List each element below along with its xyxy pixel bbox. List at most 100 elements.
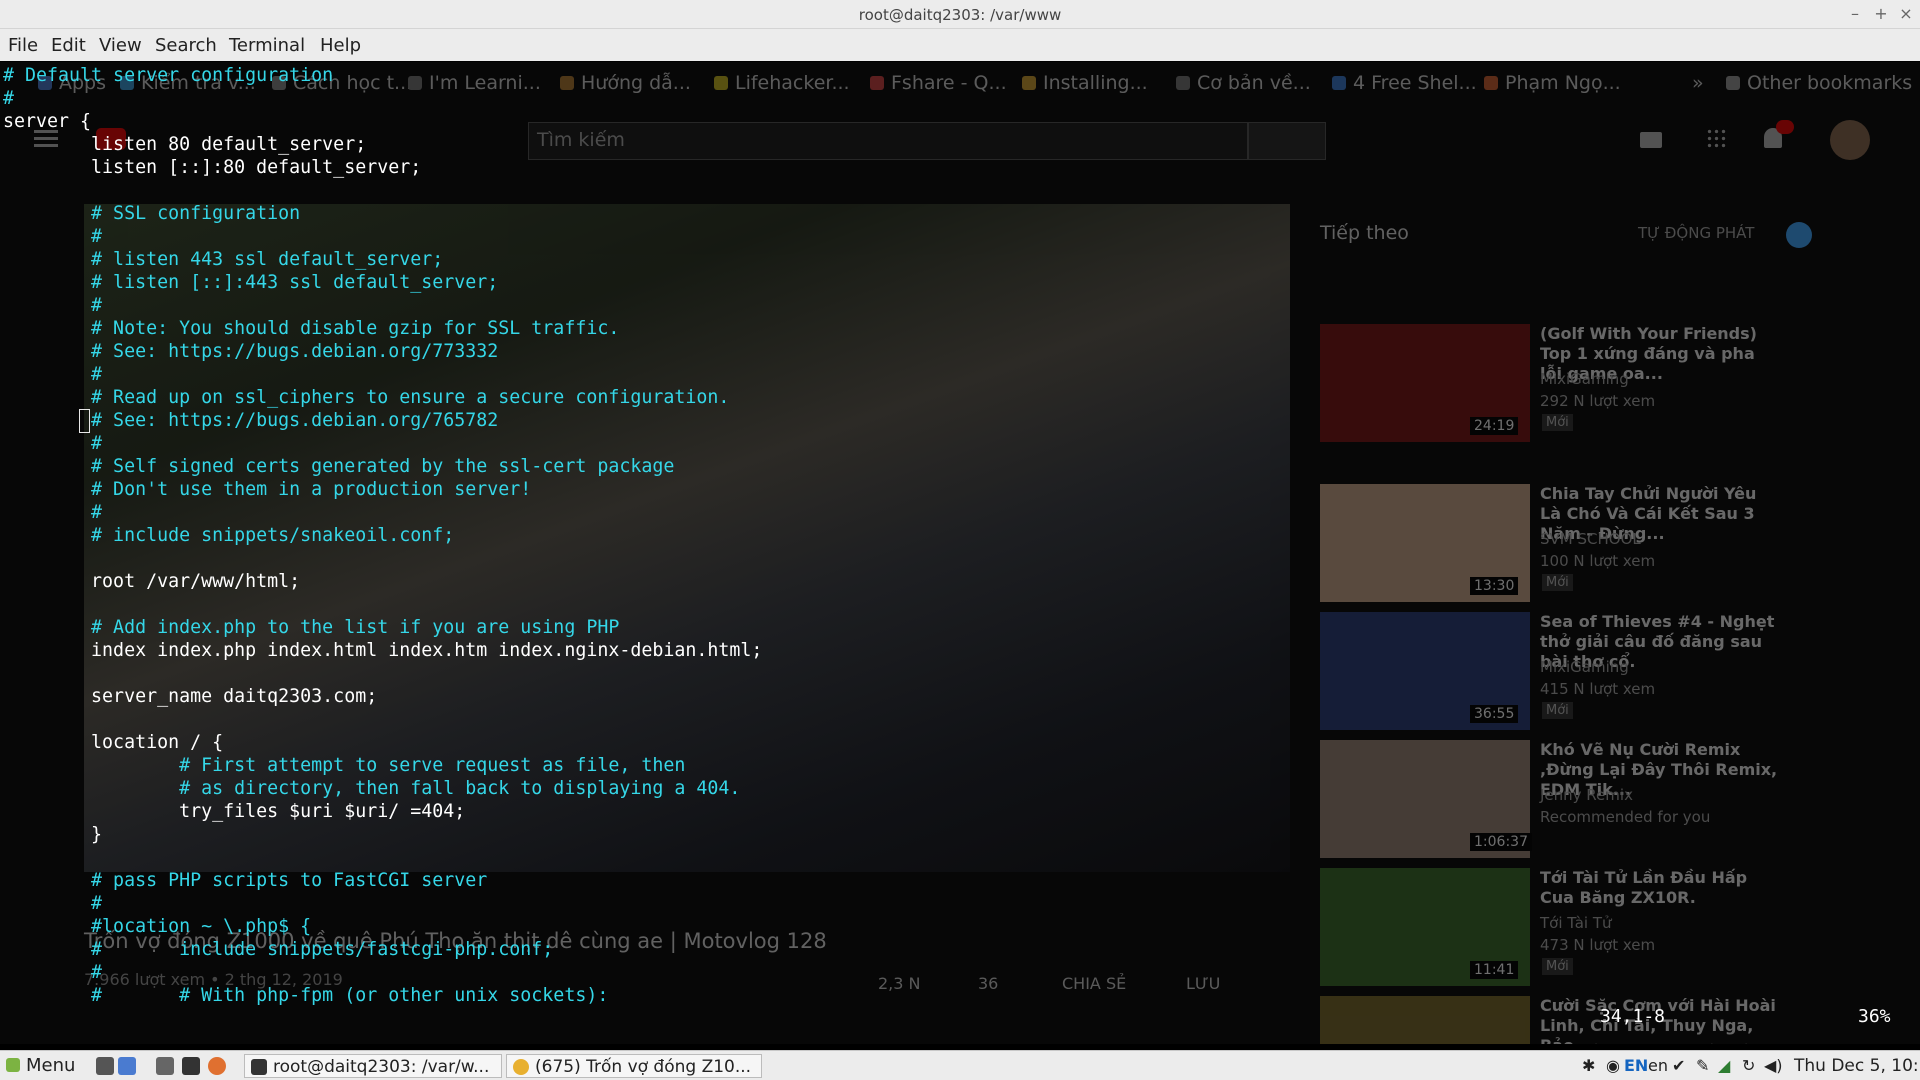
minimize-icon[interactable]: – <box>1844 3 1866 25</box>
code-line: # listen [::]:443 ssl default_server; <box>3 272 499 293</box>
channel-name: Jenny Remix <box>1540 786 1633 804</box>
code-line: # Read up on ssl_ciphers to ensure a sec… <box>3 387 730 408</box>
code-line: # <box>3 893 103 914</box>
code-line: # Add index.php to the list if you are u… <box>3 617 620 638</box>
menu-view[interactable]: View <box>99 35 142 56</box>
duration-badge: 24:19 <box>1470 417 1519 435</box>
show-desktop-icon[interactable] <box>96 1057 114 1075</box>
volume-icon[interactable]: ◀) <box>1764 1056 1783 1075</box>
video-camera-icon <box>1640 132 1662 148</box>
files-icon[interactable] <box>156 1057 174 1075</box>
view-count: 415 N lượt xem <box>1540 680 1656 698</box>
vim-buffer[interactable]: # Default server configuration # server { … <box>3 64 762 1007</box>
code-line: # See: https://bugs.debian.org/765782 <box>3 410 499 431</box>
code-line: # as directory, then fall back to displa… <box>3 778 741 799</box>
channel-name: MixiGaming <box>1540 370 1629 388</box>
terminal-viewport[interactable]: Apps Kiểm tra v... Cách học t... I'm Lea… <box>0 62 1920 1044</box>
code-line: #location ~ \.php$ { <box>3 916 312 937</box>
code-line: # <box>3 364 103 385</box>
code-line: # Self signed certs generated by the ssl… <box>3 456 675 477</box>
mint-logo-icon <box>6 1058 20 1072</box>
firefox-icon[interactable] <box>208 1057 226 1075</box>
code-line: # <box>3 295 103 316</box>
menu-help[interactable]: Help <box>320 35 361 56</box>
up-next-label: Tiếp theo <box>1320 222 1409 244</box>
duration-badge: 1:06:37 <box>1470 833 1532 851</box>
clock[interactable]: Thu Dec 5, 10:16 <box>1794 1056 1920 1076</box>
terminal-launcher-icon[interactable] <box>182 1057 200 1075</box>
search-icon <box>1248 122 1326 160</box>
menu-file[interactable]: File <box>8 35 38 56</box>
task-browser[interactable]: (675) Trốn vợ đóng Z10... <box>506 1054 762 1078</box>
channel-name: MixiGaming <box>1540 658 1629 676</box>
code-line: # See: https://bugs.debian.org/773332 <box>3 341 499 362</box>
bookmark-item: Phạm Ngọ... <box>1484 72 1621 94</box>
menu-edit[interactable]: Edit <box>51 35 86 56</box>
autoplay-label: TỰ ĐỘNG PHÁT <box>1638 224 1755 242</box>
channel-name: Tới Tài Tử <box>1540 914 1612 932</box>
bookmark-item: 4 Free Shel... <box>1332 72 1477 94</box>
thumbnail <box>1320 996 1530 1044</box>
code-line: # Don't use them in a production server! <box>3 479 532 500</box>
new-badge: Mới <box>1542 414 1573 431</box>
code-line: listen 80 default_server; <box>3 134 367 155</box>
start-menu-button[interactable]: Menu <box>6 1055 75 1076</box>
recommendation-title: Tới Tài Tử Lần Đầu Hấp Cua Băng ZX10R. <box>1540 868 1748 907</box>
bookmark-icon <box>1176 76 1190 90</box>
chrome-tray-icon[interactable]: ◉ <box>1606 1056 1620 1075</box>
code-line: index index.php index.html index.htm ind… <box>3 640 763 661</box>
new-badge: Mới <box>1542 574 1573 591</box>
code-line: # <box>3 433 103 454</box>
close-icon[interactable]: × <box>1895 3 1917 25</box>
share-label: CHIA SẺ <box>1062 974 1127 993</box>
bookmark-icon <box>1022 76 1036 90</box>
code-line: } <box>3 824 103 845</box>
maximize-icon[interactable]: + <box>1870 3 1892 25</box>
code-line: # Note: You should disable gzip for SSL … <box>3 318 620 339</box>
code-line: root /var/www/html; <box>3 571 301 592</box>
desktop-icon[interactable] <box>118 1057 136 1075</box>
recommendation-item: Cười Sặc Cơm với Hài Hoài Linh, Chí Tài,… <box>1320 996 1780 1044</box>
shield-icon[interactable]: ✔ <box>1672 1056 1685 1075</box>
code-line: # First attempt to serve request as file… <box>3 755 686 776</box>
task-terminal[interactable]: root@daitq2303: /var/w... <box>244 1054 502 1078</box>
recommendation-item: 36:55 Sea of Thieves #4 - Nghẹt thở giải … <box>1320 612 1780 730</box>
notification-badge <box>1776 120 1794 134</box>
text-cursor <box>79 409 90 433</box>
view-count: 292 N lượt xem <box>1540 392 1656 410</box>
pen-icon[interactable]: ✎ <box>1696 1056 1709 1075</box>
menu-search[interactable]: Search <box>155 35 217 56</box>
code-line: location / { <box>3 732 224 753</box>
code-line: # Default server configuration <box>3 65 334 86</box>
refresh-icon[interactable]: ↻ <box>1742 1056 1755 1075</box>
recommendation-item: 13:30 Chia Tay Chửi Người Yêu Là Chó Và C… <box>1320 484 1780 602</box>
bluetooth-icon[interactable]: ✱ <box>1582 1056 1595 1075</box>
code-line: # # With php-fpm (or other unix sockets)… <box>3 985 609 1006</box>
menu-terminal[interactable]: Terminal <box>229 35 305 56</box>
code-line: # SSL configuration <box>3 203 301 224</box>
network-icon[interactable]: ◢ <box>1718 1056 1730 1075</box>
apps-grid-icon <box>1706 128 1726 148</box>
keyboard-layout[interactable]: EN <box>1624 1056 1648 1075</box>
recommendation-item: 1:06:37 Khó Vẽ Nụ Cười Remix ,Đừng Lại Đâ… <box>1320 740 1780 858</box>
input-method[interactable]: en <box>1648 1056 1668 1075</box>
recommendation-item: 24:19 (Golf With Your Friends) Top 1 xứng… <box>1320 324 1780 442</box>
app-window: root@daitq2303: /var/www – + × File Edit… <box>0 0 1920 1080</box>
menu-bar: File Edit View Search Terminal Help <box>0 29 1920 61</box>
code-line: # <box>3 88 15 109</box>
code-line: # include snippets/snakeoil.conf; <box>3 525 455 546</box>
like-count: 2,3 N <box>878 974 921 993</box>
bookmark-icon <box>870 76 884 90</box>
folder-icon <box>1726 76 1740 90</box>
new-badge: Mới <box>1542 958 1573 975</box>
channel-name: SVM SCHOOL <box>1540 530 1641 548</box>
autoplay-toggle <box>1786 222 1812 248</box>
bookmark-icon <box>1484 76 1498 90</box>
vim-scroll-percent: 36% <box>1858 1006 1891 1027</box>
bookmark-item: Cơ bản về... <box>1176 72 1311 94</box>
